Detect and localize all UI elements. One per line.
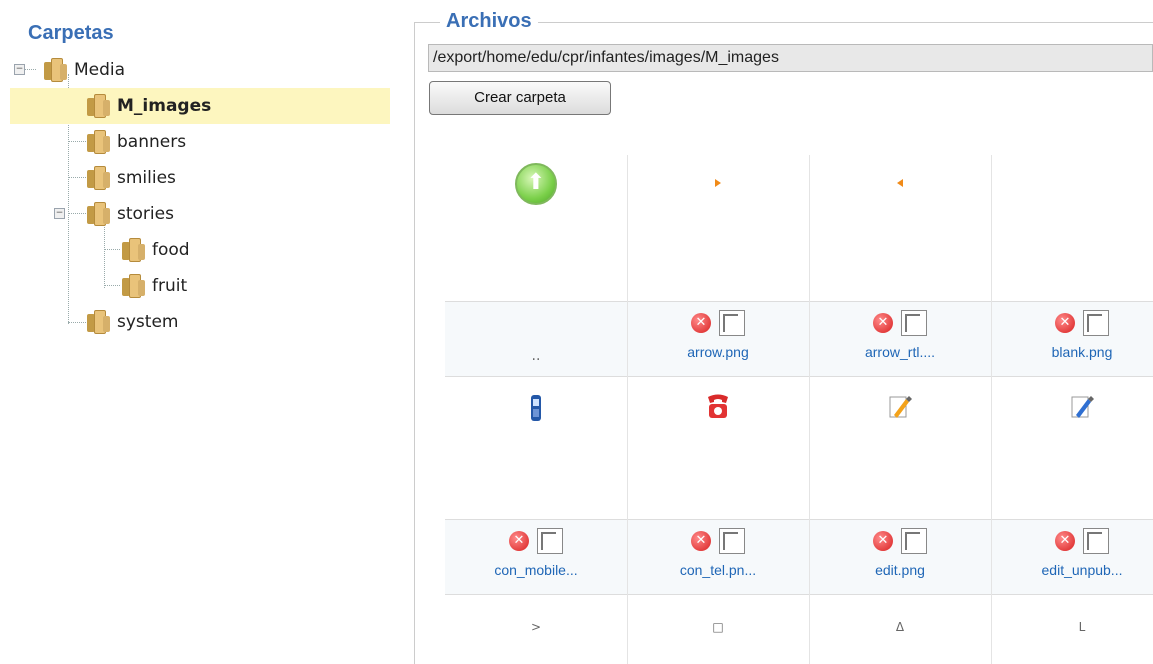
tree-item-label: M_images [117,96,212,116]
delete-icon[interactable]: ✕ [1055,531,1075,551]
file-name-link[interactable]: edit_unpub... [1042,562,1123,578]
tree-item-label: fruit [152,276,188,296]
tree-item-label: Media [74,60,126,80]
files-grid: .. ✕ arrow.png ✕ arrow_rtl.... ✕ blank.p… [445,155,1153,664]
file-thumb-arrow[interactable] [627,175,809,194]
file-actions: ✕ arrow.png [627,310,809,361]
folders-panel: Carpetas − − Media M_images banners smil… [0,0,400,664]
tree-item-label: stories [117,204,174,224]
tree-connector [104,249,120,250]
delete-icon[interactable]: ✕ [1055,313,1075,333]
delete-icon[interactable]: ✕ [509,531,529,551]
delete-icon[interactable]: ✕ [873,313,893,333]
tree-item-label: smilies [117,168,176,188]
select-checkbox[interactable] [719,310,745,336]
folder-icon [85,202,111,226]
tree-item-smilies[interactable]: smilies [85,160,176,196]
folder-icon [42,58,68,82]
partial-file-thumb[interactable]: > [445,620,627,634]
file-actions: ✕ con_tel.pn... [627,528,809,579]
up-arrow-icon[interactable] [515,163,557,205]
file-name-link[interactable]: arrow.png [687,344,748,360]
tree-connector [68,141,86,142]
tree-item-label: banners [117,132,187,152]
edit-pencil-icon [889,396,912,418]
create-folder-button[interactable]: Crear carpeta [429,81,611,115]
file-actions: ✕ con_mobile... [445,528,627,579]
file-actions: ✕ edit.png [809,528,991,579]
mobile-phone-icon [531,395,541,421]
tree-connector [68,322,86,323]
select-checkbox[interactable] [719,528,745,554]
delete-icon[interactable]: ✕ [691,531,711,551]
file-actions: ✕ blank.png [991,310,1153,361]
collapse-toggle-media[interactable]: − [14,64,25,75]
partial-file-thumb[interactable]: L [991,620,1153,634]
file-thumb-con-mobile[interactable] [445,393,627,427]
files-panel-title: Archivos [440,10,538,33]
tree-item-banners[interactable]: banners [85,124,186,160]
red-telephone-icon [708,394,728,418]
select-checkbox[interactable] [901,310,927,336]
file-actions: ✕ edit_unpub... [991,528,1153,579]
orange-left-triangle-icon [897,179,903,187]
tree-connector [68,177,86,178]
file-name-link[interactable]: blank.png [1052,344,1113,360]
tree-item-stories[interactable]: stories [85,196,174,232]
tree-connector [104,285,120,286]
file-name-link[interactable]: arrow_rtl.... [865,344,935,360]
tree-item-fruit[interactable]: fruit [120,268,187,304]
tree-connector [24,69,36,70]
file-name-link[interactable]: con_tel.pn... [680,562,756,578]
tree-connector [68,213,86,214]
file-name-link[interactable]: edit.png [875,562,925,578]
file-caption: .. [445,345,627,364]
tree-item-media[interactable]: Media [42,52,125,88]
parent-folder-label: .. [531,348,541,364]
tree-item-label: food [152,240,190,260]
delete-icon[interactable]: ✕ [873,531,893,551]
tree-item-system[interactable]: system [85,304,178,340]
file-thumb-arrow-rtl[interactable] [809,175,991,194]
select-checkbox[interactable] [1083,310,1109,336]
folder-icon [85,94,111,118]
file-name-link[interactable]: con_mobile... [494,562,577,578]
folder-icon [85,166,111,190]
delete-icon[interactable]: ✕ [691,313,711,333]
collapse-toggle-stories[interactable]: − [54,208,65,219]
file-thumb-con-tel[interactable] [627,393,809,425]
folders-panel-title: Carpetas [28,22,114,44]
select-checkbox[interactable] [1083,528,1109,554]
select-checkbox[interactable] [901,528,927,554]
file-thumb-edit[interactable] [809,393,991,425]
select-checkbox[interactable] [537,528,563,554]
orange-right-triangle-icon [715,179,721,187]
tree-item-m-images[interactable]: M_images [10,88,390,124]
folder-icon [120,238,146,262]
folder-icon [85,130,111,154]
folder-icon [85,310,111,334]
file-thumb-edit-unpub[interactable] [991,393,1153,425]
parent-folder-tile[interactable] [445,163,627,209]
current-path-field[interactable]: /export/home/edu/cpr/infantes/images/M_i… [428,44,1153,72]
file-actions: ✕ arrow_rtl.... [809,310,991,361]
tree-item-food[interactable]: food [120,232,190,268]
edit-unpublished-icon [1071,396,1094,418]
partial-file-thumb[interactable]: □ [627,620,809,634]
tree-item-label: system [117,312,179,332]
files-fieldset-border [414,22,415,664]
folder-icon [120,274,146,298]
partial-file-thumb[interactable]: Δ [809,620,991,634]
